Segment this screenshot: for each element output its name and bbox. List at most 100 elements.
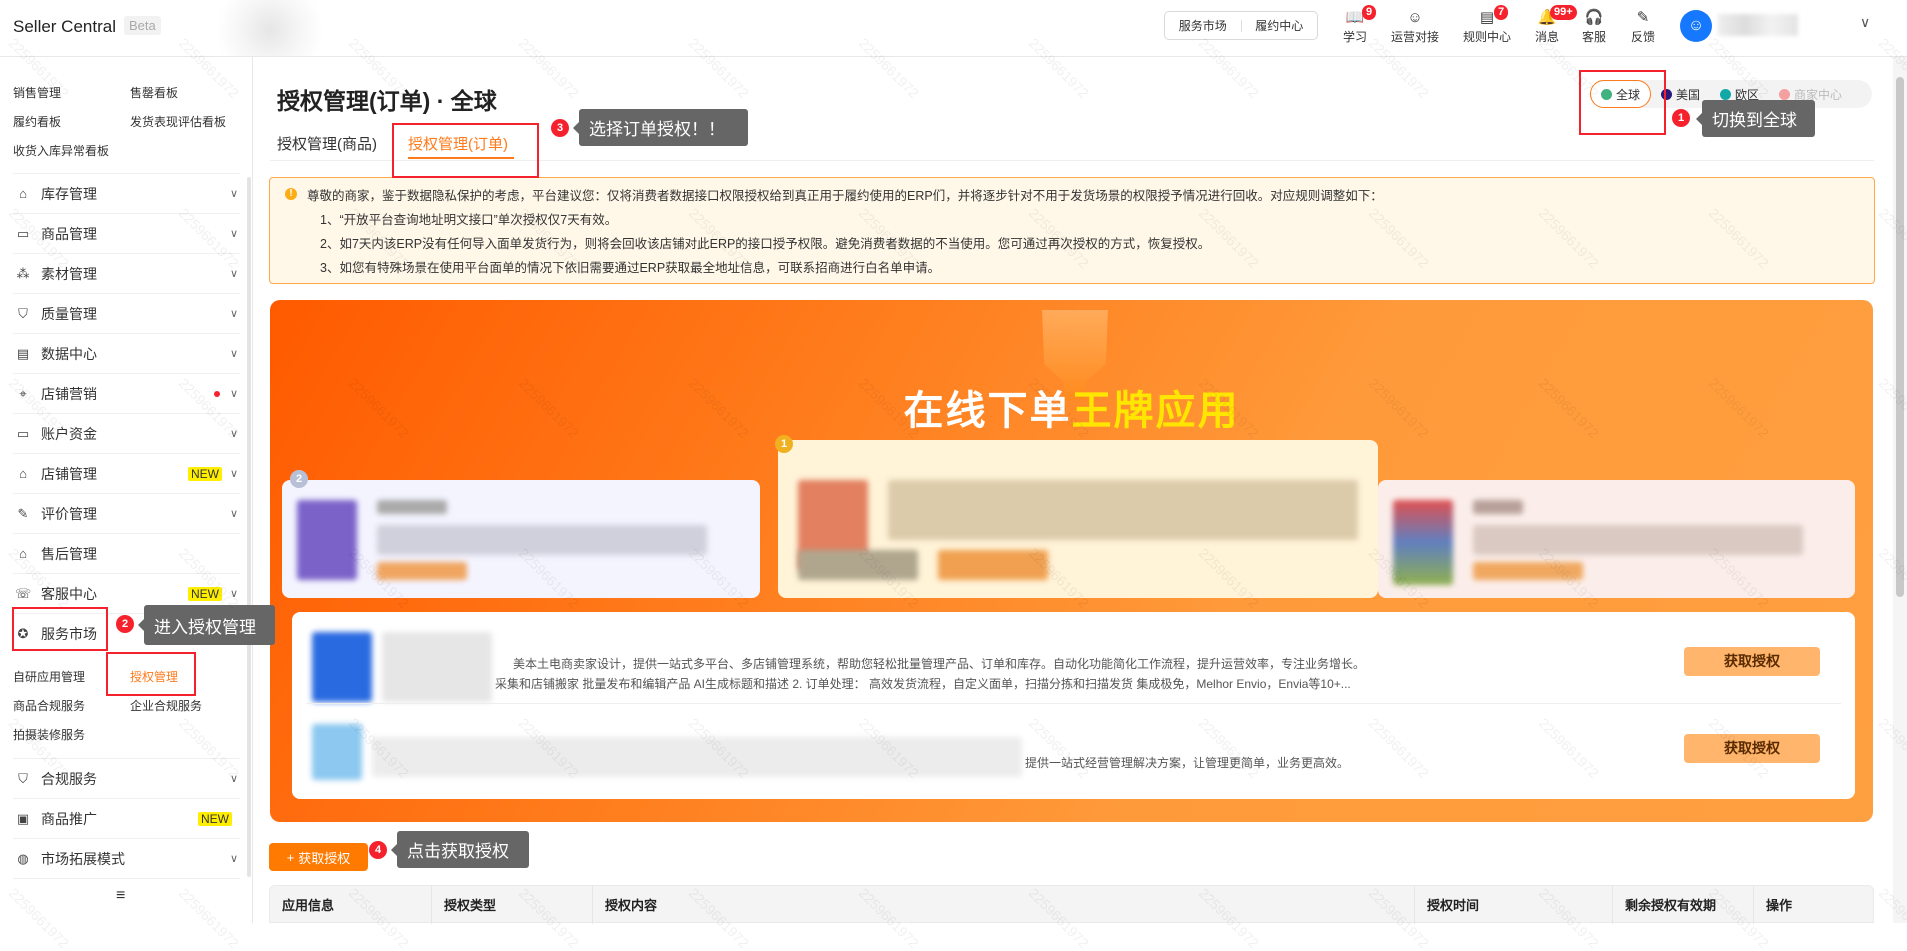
menu-icon: ⌂ [19,466,27,481]
sidebar-item-label: 库存管理 [41,185,97,202]
app-logo[interactable]: Seller Central [13,17,116,37]
blurred-tag [377,562,467,580]
quick-link[interactable]: 收货入库异常看板 [13,142,109,159]
app-card-rank-1[interactable] [778,440,1378,598]
quick-link[interactable]: 销售管理 [13,84,61,101]
header-globe-decoration [200,0,340,56]
label: 获取授权 [298,850,351,866]
sidebar-item[interactable]: ⌂ 店铺管理 NEW ∨ [13,453,240,493]
sidebar-item[interactable]: ◍ 市场拓展模式 ∨ [13,838,240,878]
menu-icon: ⛉ [18,305,28,321]
chevron-down-icon[interactable]: ∨ [1860,14,1870,31]
annotation-tooltip-2: 进入授权管理 [138,605,275,645]
label: 规则中心 [1462,30,1511,44]
app-list: 美本土电商卖家设计，提供一站式多平台、多店铺管理系统，帮助您轻松批量管理产品、订… [292,612,1855,799]
banner-title: 在线下单王牌应用 [270,378,1873,436]
privacy-notice: ! 尊敬的商家，鉴于数据隐私保护的考虑，平台建议您：仅将消费者数据接口权限授权给… [269,177,1875,284]
label: 美国 [1676,87,1701,102]
sidebar-item[interactable]: ▤ 数据中心 ∨ [13,333,240,373]
add-auth-button[interactable]: + 获取授权 [269,843,368,871]
submenu-photo-service[interactable]: 拍摄装修服务 [13,726,85,743]
sidebar-item-label: 评价管理 [41,505,97,522]
col-auth-time: 授权时间 [1414,886,1479,924]
blurred-app-name [382,632,492,702]
chevron-down-icon: ∨ [229,228,238,240]
submenu-product-compliance[interactable]: 商品合规服务 [13,697,85,714]
sidebar-item[interactable]: ▭ 账户资金 ∨ [13,413,240,453]
sidebar-item-label: 商品推广 [41,810,97,827]
service-market-link[interactable]: 服务市场 [1165,17,1241,34]
chevron-down-icon: ∨ [229,268,238,280]
menu-icon: ☏ [15,585,32,601]
blurred-app-desc [377,525,707,555]
top-apps-banner: 在线下单王牌应用 2 1 美本土电商卖家设计，提供一站式多平台、多店铺管理系统，… [270,300,1873,822]
menu-icon: ⌂ [19,186,27,201]
sidebar-item-label: 客服中心 [41,585,97,602]
warning-icon: ! [285,188,297,200]
chevron-down-icon: ∨ [229,188,238,200]
sidebar-item-label: 账户资金 [41,425,97,442]
sidebar-item-label: 质量管理 [41,305,97,322]
sidebar-item[interactable]: ⁂ 素材管理 ∨ [13,253,240,293]
submenu-self-apps[interactable]: 自研应用管理 [13,668,85,685]
chevron-down-icon: ∨ [229,308,238,320]
header-ops[interactable]: ☺ 运营对接 [1390,8,1440,45]
menu-icon: ▭ [16,425,30,441]
sidebar-item-label: 售后管理 [41,545,97,562]
menu-icon: ✎ [17,505,29,521]
sidebar-item[interactable]: ⌂ 售后管理 [13,533,240,573]
header-feedback[interactable]: ✎ 反馈 [1618,8,1668,45]
sidebar-item[interactable]: ▭ 商品管理 ∨ [13,213,240,253]
top-links: 服务市场 履约中心 [1164,11,1318,40]
headset-icon: 🎧 [1584,9,1604,26]
top-header: Seller Central Beta 服务市场 履约中心 📖 学习 9 ☺ 运营对接 … [0,0,1907,57]
merchant-icon [1779,88,1791,100]
notice-line: 尊敬的商家，鉴于数据隐私保护的考虑，平台建议您：仅将消费者数据接口权限授权给到真… [307,189,1383,203]
menu-icon: ⌂ [19,546,27,561]
blurred-app-logo [297,500,357,580]
divider [13,878,240,879]
app-card-rank-3[interactable] [1378,480,1855,598]
annotation-number-2: 2 [116,615,134,633]
new-badge: NEW [187,466,222,481]
sidebar-item[interactable]: ✎ 评价管理 ∨ [13,493,240,533]
page-scrollbar[interactable] [1893,57,1907,923]
app-card-rank-2[interactable] [282,480,760,598]
blurred-app-desc [1473,525,1803,555]
chevron-down-icon: ∨ [229,508,238,520]
sidebar: 销售管理 售罄看板 履约看板 发货表现评估看板 收货入库异常看板 ⌂ 库存管理 ∨ ▭… [0,57,253,923]
annotation-number-4: 4 [369,841,387,859]
sidebar-item[interactable]: ▣ 商品推广 NEW [13,798,240,838]
menu-icon: ⁂ [16,265,30,281]
annotation-highlight-2b [106,652,196,696]
sidebar-scrollbar[interactable] [247,177,251,877]
get-auth-button[interactable]: 获取授权 [1684,734,1820,763]
scrollbar-thumb[interactable] [1896,77,1904,597]
menu-icon: ▤ [16,345,30,361]
sidebar-item[interactable]: ⛉ 质量管理 ∨ [13,293,240,333]
sidebar-item[interactable]: ⌂ 库存管理 ∨ [13,173,240,213]
blurred-tag [938,550,1048,580]
fulfillment-center-link[interactable]: 履约中心 [1242,17,1318,34]
quick-link[interactable]: 售罄看板 [130,84,178,101]
quick-link[interactable]: 发货表现评估看板 [130,113,226,130]
annotation-highlight-1 [1579,70,1666,135]
avatar[interactable]: ☺ [1680,10,1712,42]
rank-1-medal-icon: 1 [775,435,793,453]
annotation-number-3: 3 [551,119,569,137]
sidebar-item-label: 店铺管理 [41,465,97,482]
get-auth-button[interactable]: 获取授权 [1684,647,1820,676]
header-rules[interactable]: ▤ 规则中心 7 [1462,5,1512,45]
quick-link[interactable]: 履约看板 [13,113,61,130]
menu-icon: ▣ [16,810,30,826]
chevron-down-icon: ∨ [229,428,238,440]
header-service[interactable]: 🎧 客服 [1569,8,1619,45]
header-messages[interactable]: 🔔 消息 99+ [1522,5,1577,45]
notice-line: 3、如您有特殊场景在使用平台面单的情况下依旧需要通过ERP获取最全地址信息，可联… [320,261,941,275]
submenu-enterprise-compliance[interactable]: 企业合规服务 [130,697,202,714]
sidebar-item[interactable]: ⛉ 合规服务 ∨ [13,758,240,798]
header-learn[interactable]: 📖 学习 9 [1330,5,1380,45]
tab-product-auth[interactable]: 授权管理(商品) [277,133,377,154]
collapse-sidebar-icon[interactable]: ≡ [116,887,125,905]
sidebar-item[interactable]: ⌖ 店铺营销 ∨ [13,373,240,413]
